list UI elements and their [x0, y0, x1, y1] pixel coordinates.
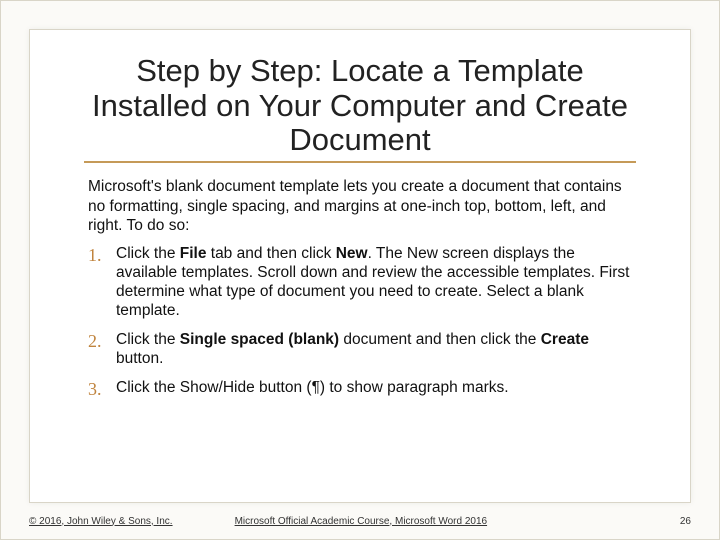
step-number: 3. — [88, 379, 116, 401]
step-number: 1. — [88, 245, 116, 267]
step-body: Click the Show/Hide button (¶) to show p… — [116, 379, 632, 398]
slide: Step by Step: Locate a Template Installe… — [0, 0, 720, 540]
step-body: Click the File tab and then click New. T… — [116, 245, 632, 321]
list-item: 2. Click the Single spaced (blank) docum… — [88, 331, 632, 369]
page-number: 26 — [680, 516, 691, 527]
title-underline — [84, 161, 636, 163]
step-body: Click the Single spaced (blank) document… — [116, 331, 632, 369]
course-text: Microsoft Official Academic Course, Micr… — [235, 516, 488, 527]
footer: © 2016, John Wiley & Sons, Inc. Microsof… — [29, 509, 691, 533]
content-box: Step by Step: Locate a Template Installe… — [29, 29, 691, 503]
step-list: 1. Click the File tab and then click New… — [84, 245, 636, 400]
step-number: 2. — [88, 331, 116, 353]
list-item: 1. Click the File tab and then click New… — [88, 245, 632, 321]
slide-title: Step by Step: Locate a Template Installe… — [84, 54, 636, 158]
intro-paragraph: Microsoft's blank document template lets… — [84, 177, 636, 235]
list-item: 3. Click the Show/Hide button (¶) to sho… — [88, 379, 632, 401]
copyright-text: © 2016, John Wiley & Sons, Inc. — [29, 516, 173, 527]
